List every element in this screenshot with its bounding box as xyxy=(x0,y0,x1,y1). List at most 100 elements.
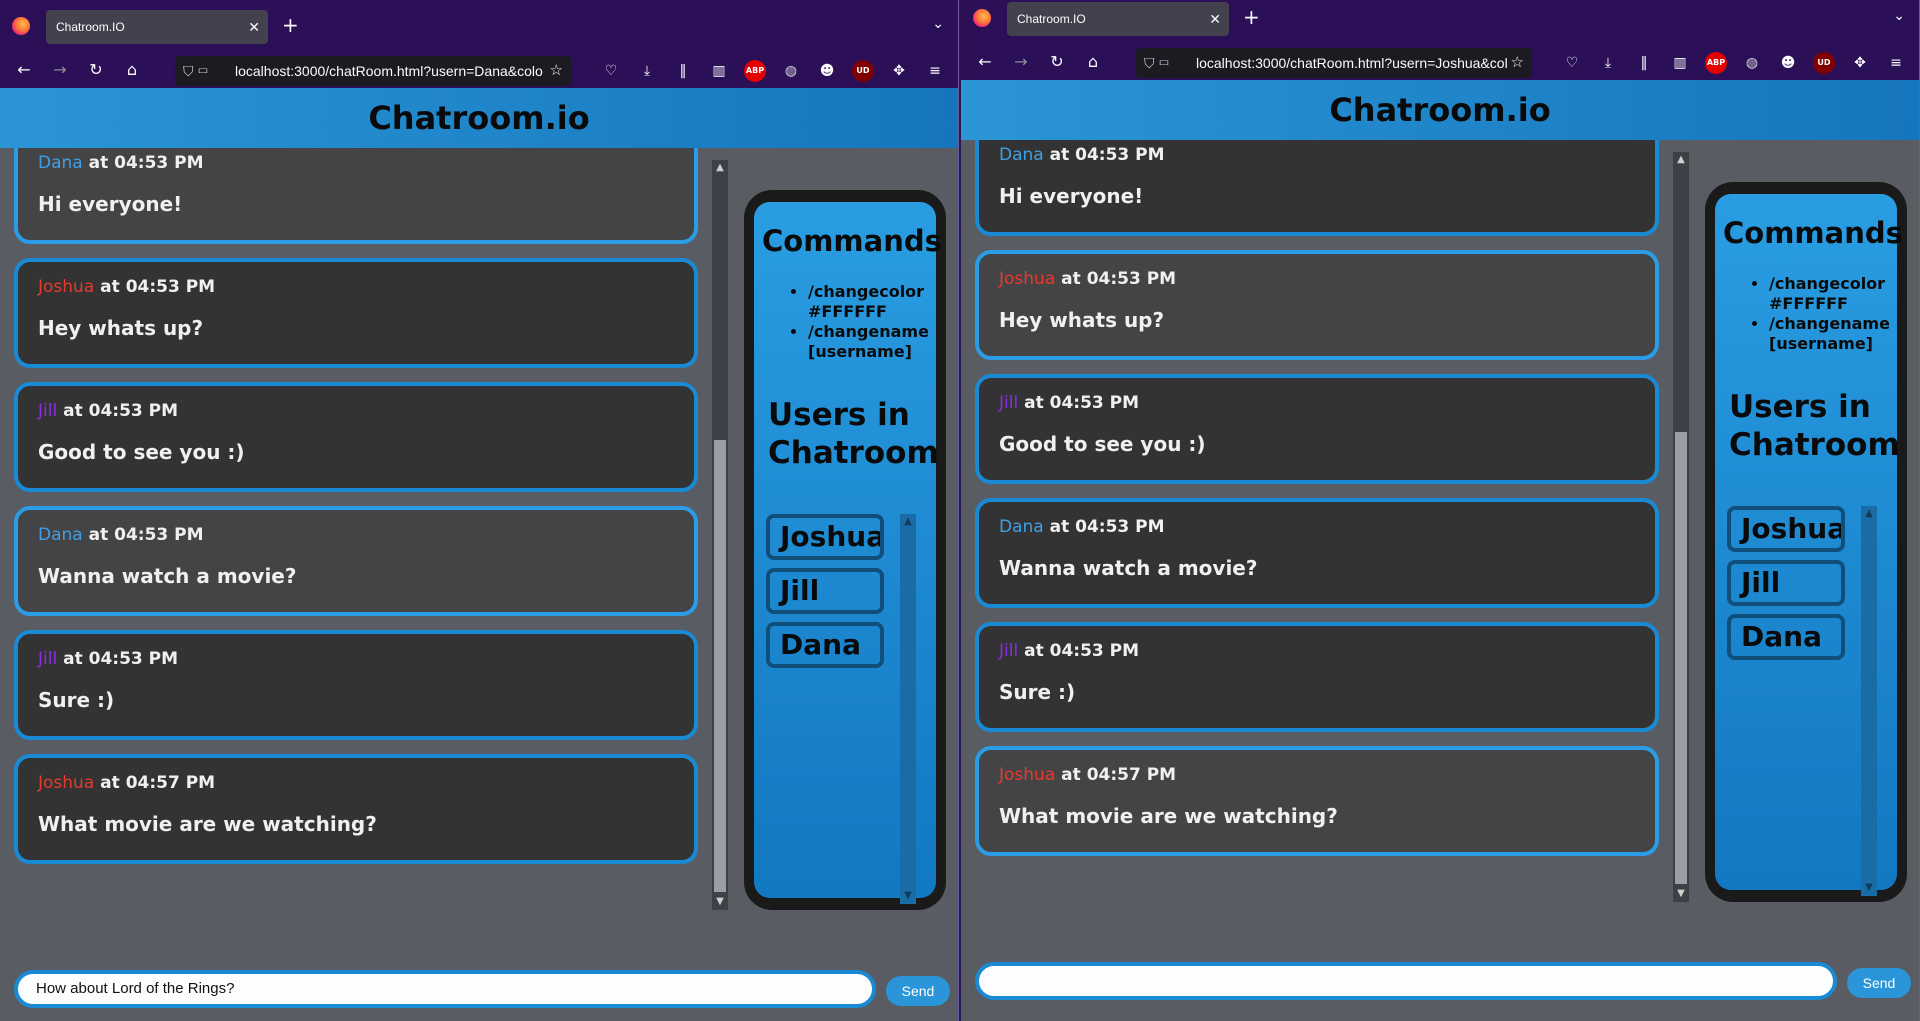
globe-icon[interactable]: ◍ xyxy=(780,60,802,82)
message-card: Joshua at 04:53 PM Hey whats up? xyxy=(14,258,698,368)
adblock-plus-icon[interactable]: ABP xyxy=(1705,52,1727,74)
list-tabs-icon[interactable]: ⌄ xyxy=(932,16,944,32)
message-card: Dana at 04:53 PM Wanna watch a movie? xyxy=(975,498,1659,608)
tab-title: Chatroom.IO xyxy=(56,20,125,34)
message-scrollbar[interactable]: ▲ ▼ xyxy=(712,160,728,910)
close-tab-icon[interactable]: ✕ xyxy=(248,10,260,44)
pocket-icon[interactable]: ♡ xyxy=(1561,52,1583,74)
home-icon[interactable]: ⌂ xyxy=(1081,50,1105,74)
message-username: Jill xyxy=(38,649,58,669)
url-bar[interactable]: ⛉ ▭ localhost:3000/chatRoom.html?usern=D… xyxy=(175,56,571,86)
scroll-thumb[interactable] xyxy=(714,440,726,892)
message-meta: Joshua at 04:53 PM xyxy=(38,276,674,298)
scroll-down-icon[interactable]: ▼ xyxy=(900,888,916,904)
message-text: Sure :) xyxy=(999,680,1076,704)
message-card: Jill at 04:53 PM Good to see you :) xyxy=(975,374,1659,484)
downloads-icon[interactable]: ⤓ xyxy=(636,60,658,82)
back-icon[interactable]: ← xyxy=(12,58,36,82)
scroll-up-icon[interactable]: ▲ xyxy=(1673,152,1689,168)
forward-icon[interactable]: → xyxy=(48,58,72,82)
scroll-down-icon[interactable]: ▼ xyxy=(712,894,728,910)
menu-icon[interactable]: ≡ xyxy=(1885,52,1907,74)
user-list-scrollbar[interactable]: ▲ ▼ xyxy=(1861,506,1877,896)
library-icon[interactable]: ‖ xyxy=(672,60,694,82)
sidebar-icon[interactable]: ▥ xyxy=(1669,52,1691,74)
user-list: Joshua Jill Dana xyxy=(766,514,916,676)
close-tab-icon[interactable]: ✕ xyxy=(1209,2,1221,36)
message-list[interactable]: Dana at 04:53 PM Hi everyone! Joshua at 04… xyxy=(975,140,1659,898)
list-tabs-icon[interactable]: ⌄ xyxy=(1893,8,1905,24)
message-card: Dana at 04:53 PM Hi everyone! xyxy=(14,148,698,244)
menu-icon[interactable]: ≡ xyxy=(924,60,946,82)
nav-bar: ← → ↻ ⌂ ⛉ ▭ localhost:3000/chatRoom.html… xyxy=(0,52,958,88)
send-button[interactable]: Send xyxy=(886,976,950,1006)
globe-icon[interactable]: ◍ xyxy=(1741,52,1763,74)
home-icon[interactable]: ⌂ xyxy=(120,58,144,82)
message-time: at 04:57 PM xyxy=(100,773,216,793)
url-bar[interactable]: ⛉ ▭ localhost:3000/chatRoom.html?usern=J… xyxy=(1136,48,1532,78)
message-username: Jill xyxy=(999,641,1019,661)
extensions-puzzle-icon[interactable]: ✥ xyxy=(888,60,910,82)
message-meta: Dana at 04:53 PM xyxy=(999,516,1635,538)
user-list-scrollbar[interactable]: ▲ ▼ xyxy=(900,514,916,904)
commands-list: /changecolor #FFFFFF /changename [userna… xyxy=(808,282,929,362)
message-username: Jill xyxy=(999,393,1019,413)
bookmark-star-icon[interactable]: ☆ xyxy=(550,56,563,86)
message-input[interactable] xyxy=(975,962,1837,1000)
scroll-down-icon[interactable]: ▼ xyxy=(1861,880,1877,896)
user-chip: Dana xyxy=(766,622,884,668)
downloads-icon[interactable]: ⤓ xyxy=(1597,52,1619,74)
message-meta: Joshua at 04:57 PM xyxy=(999,764,1635,786)
extension-face-icon[interactable]: ☻ xyxy=(1777,52,1799,74)
user-chip: Joshua xyxy=(766,514,884,560)
message-meta: Jill at 04:53 PM xyxy=(38,400,674,422)
message-username: Joshua xyxy=(38,773,95,793)
message-list[interactable]: Dana at 04:53 PM Hi everyone! Joshua at 04… xyxy=(14,148,698,906)
scroll-down-icon[interactable]: ▼ xyxy=(1673,886,1689,902)
commands-title: Commands xyxy=(762,224,942,258)
library-icon[interactable]: ‖ xyxy=(1633,52,1655,74)
url-text: localhost:3000/chatRoom.html?usern=Dana&… xyxy=(235,63,543,79)
message-time: at 04:53 PM xyxy=(1049,517,1165,537)
scroll-up-icon[interactable]: ▲ xyxy=(712,160,728,176)
message-text: Hey whats up? xyxy=(999,308,1165,332)
back-icon[interactable]: ← xyxy=(973,50,997,74)
commands-title: Commands xyxy=(1723,216,1903,250)
extensions-puzzle-icon[interactable]: ✥ xyxy=(1849,52,1871,74)
scroll-up-icon[interactable]: ▲ xyxy=(1861,506,1877,522)
ublock-icon[interactable]: UD xyxy=(852,60,874,82)
tab-chatroom[interactable]: Chatroom.IO ✕ xyxy=(46,10,268,44)
sidebar-panel: Commands /changecolor #FFFFFF /changenam… xyxy=(754,202,942,904)
message-text: Hi everyone! xyxy=(38,192,183,216)
message-scrollbar[interactable]: ▲ ▼ xyxy=(1673,152,1689,902)
message-input[interactable]: How about Lord of the Rings? xyxy=(14,970,876,1008)
message-card: Jill at 04:53 PM Sure :) xyxy=(14,630,698,740)
message-username: Dana xyxy=(999,145,1044,165)
forward-icon[interactable]: → xyxy=(1009,50,1033,74)
message-username: Dana xyxy=(38,525,83,545)
message-meta: Joshua at 04:57 PM xyxy=(38,772,674,794)
ublock-icon[interactable]: UD xyxy=(1813,52,1835,74)
send-button[interactable]: Send xyxy=(1847,968,1911,998)
reload-icon[interactable]: ↻ xyxy=(1045,50,1069,74)
message-time: at 04:53 PM xyxy=(1024,393,1140,413)
reload-icon[interactable]: ↻ xyxy=(84,58,108,82)
shield-icon[interactable]: ⛉ ▭ xyxy=(183,56,209,86)
new-tab-icon[interactable]: + xyxy=(282,14,299,36)
shield-icon[interactable]: ⛉ ▭ xyxy=(1144,48,1170,78)
tab-chatroom[interactable]: Chatroom.IO ✕ xyxy=(1007,2,1229,36)
message-meta: Jill at 04:53 PM xyxy=(999,640,1635,662)
message-card: Joshua at 04:57 PM What movie are we watc… xyxy=(14,754,698,864)
new-tab-icon[interactable]: + xyxy=(1243,6,1260,28)
adblock-plus-icon[interactable]: ABP xyxy=(744,60,766,82)
message-time: at 04:53 PM xyxy=(1049,145,1165,165)
message-time: at 04:53 PM xyxy=(1024,641,1140,661)
pocket-icon[interactable]: ♡ xyxy=(600,60,622,82)
message-meta: Jill at 04:53 PM xyxy=(38,648,674,670)
scroll-thumb[interactable] xyxy=(1675,432,1687,884)
message-text: What movie are we watching? xyxy=(38,812,377,836)
sidebar-icon[interactable]: ▥ xyxy=(708,60,730,82)
scroll-up-icon[interactable]: ▲ xyxy=(900,514,916,530)
bookmark-star-icon[interactable]: ☆ xyxy=(1511,48,1524,78)
extension-face-icon[interactable]: ☻ xyxy=(816,60,838,82)
